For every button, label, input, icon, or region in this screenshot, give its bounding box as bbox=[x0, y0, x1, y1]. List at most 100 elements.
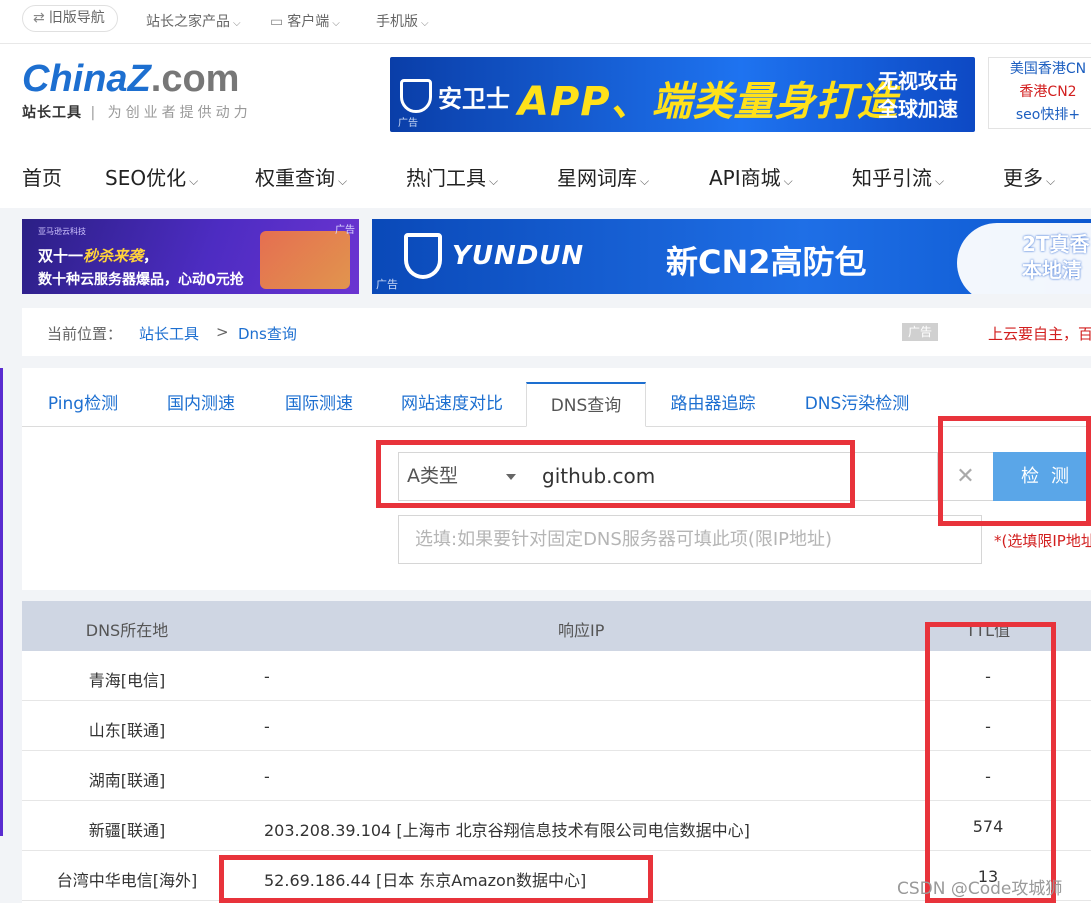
cell-ip: 52.69.186.44 [日本 东京Amazon数据中心] bbox=[264, 871, 587, 890]
banner-brand: 安卫士 bbox=[438, 85, 510, 113]
products-menu[interactable]: 站长之家产品 ⌵ bbox=[146, 11, 241, 31]
chevron-down-icon: ⌵ bbox=[421, 18, 429, 29]
promo-link[interactable]: 上云要自主，百 bbox=[988, 323, 1091, 344]
yundun-title: 新CN2高防包 bbox=[666, 243, 867, 281]
table-row: 湖南[联通] - - bbox=[22, 751, 1091, 801]
ad-badge: 广告 bbox=[902, 323, 938, 341]
nav-label: 首页 bbox=[22, 166, 62, 190]
logo-text-1: China bbox=[22, 58, 128, 100]
banner-side: 无视攻击 全球加速 bbox=[878, 67, 958, 123]
nav-label: 权重查询 bbox=[255, 166, 335, 190]
monitor-icon: ▭ bbox=[270, 14, 284, 30]
site-logo[interactable]: ChinaZ.com 站长工具 | 为创业者提供动力 bbox=[22, 58, 282, 122]
right-ad-line-2[interactable]: 香港CN2 bbox=[999, 81, 1091, 104]
tab-ping[interactable]: Ping检测 bbox=[24, 382, 142, 427]
dns-server-note: *(选填限IP地址) bbox=[994, 532, 1091, 550]
breadcrumb-link-tools[interactable]: 站长工具 bbox=[139, 323, 199, 344]
client-label: 客户端 bbox=[287, 14, 330, 30]
clear-icon[interactable]: ✕ bbox=[938, 452, 994, 501]
cell-location: 新疆[联通] bbox=[88, 821, 166, 840]
results-table: DNS所在地 响应IP TTL值 青海[电信] - - 山东[联通] - - 湖… bbox=[22, 601, 1091, 903]
nav-api-store[interactable]: API商城 ⌵ bbox=[709, 162, 793, 191]
logo-tagline-bold: 站长工具 bbox=[22, 105, 82, 121]
top-bar: ⇄ 旧版导航 站长之家产品 ⌵ ▭ 客户端 ⌵ 手机版 ⌵ bbox=[0, 0, 1091, 44]
aws-company: 亚马逊云科技 bbox=[38, 227, 86, 236]
aws-line-2: 数十种云服务器爆品，心动0元抢 bbox=[38, 272, 244, 288]
tab-speed-compare[interactable]: 网站速度对比 bbox=[378, 382, 526, 427]
table-header: DNS所在地 响应IP TTL值 bbox=[22, 601, 1091, 651]
nav-label: 热门工具 bbox=[406, 166, 486, 190]
right-text-ad[interactable]: 美国香港CN 香港CN2 seo快排+ bbox=[988, 57, 1091, 129]
cell-ip: - bbox=[264, 717, 270, 736]
dns-server-input[interactable]: 选填:如果要针对固定DNS服务器可填此项(限IP地址) bbox=[398, 515, 982, 564]
cell-ttl: 574 bbox=[972, 817, 1004, 836]
yundun-ad[interactable]: YUNDUN 新CN2高防包 2T真香 本地清 广告 bbox=[372, 219, 1091, 294]
header-ttl: TTL值 bbox=[965, 621, 1011, 640]
csdn-watermark: CSDN @Code攻城狮 bbox=[897, 879, 1063, 899]
mobile-label: 手机版 bbox=[376, 14, 418, 30]
tab-domestic-speed[interactable]: 国内测速 bbox=[142, 382, 260, 427]
chevron-down-icon: ⌵ bbox=[1046, 174, 1056, 188]
gift-illustration bbox=[260, 231, 350, 289]
cell-location: 青海[电信] bbox=[88, 671, 166, 690]
nav-hot-tools[interactable]: 热门工具 ⌵ bbox=[406, 162, 498, 191]
tab-dns-pollution[interactable]: DNS污染检测 bbox=[792, 382, 922, 427]
breadcrumb: 当前位置： 站长工具 > Dns查询 广告 上云要自主，百 bbox=[22, 308, 1091, 356]
logo-text-2: Z bbox=[127, 58, 151, 100]
logo-tagline: 为创业者提供动力 bbox=[107, 105, 252, 121]
aws-line-1b: 秒杀来袭 bbox=[83, 247, 144, 265]
chevron-down-icon: ⌵ bbox=[332, 18, 340, 29]
old-nav-button[interactable]: ⇄ 旧版导航 bbox=[22, 5, 118, 32]
tab-intl-speed[interactable]: 国际测速 bbox=[260, 382, 378, 427]
ad-tag: 广告 bbox=[335, 225, 355, 236]
cell-ip: 203.208.39.104 [上海市 北京谷翔信息技术有限公司电信数据中心] bbox=[264, 821, 750, 840]
ad-tag: 广告 bbox=[376, 278, 398, 291]
chevron-down-icon: ⌵ bbox=[489, 174, 499, 188]
yundun-right: 2T真香 本地清 bbox=[1022, 231, 1090, 283]
check-button[interactable]: 检测 bbox=[993, 452, 1091, 501]
ad-tag: 广告 bbox=[398, 118, 418, 129]
cell-location: 台湾中华电信[海外] bbox=[56, 871, 198, 890]
cell-ttl: - bbox=[985, 767, 991, 786]
header: ChinaZ.com 站长工具 | 为创业者提供动力 安卫士 APP、端类量身打… bbox=[0, 44, 1091, 208]
swap-icon: ⇄ bbox=[33, 10, 45, 26]
breadcrumb-separator: > bbox=[216, 323, 229, 341]
products-label: 站长之家产品 bbox=[146, 14, 230, 30]
nav-zhihu[interactable]: 知乎引流 ⌵ bbox=[852, 162, 944, 191]
yundun-right-2: 本地清 bbox=[1022, 258, 1082, 282]
nav-weight[interactable]: 权重查询 ⌵ bbox=[255, 162, 347, 191]
nav-home[interactable]: 首页 bbox=[22, 162, 62, 191]
record-type-select[interactable]: A类型 bbox=[398, 452, 529, 501]
tool-tabs: Ping检测 国内测速 国际测速 网站速度对比 DNS查询 路由器追踪 DNS污… bbox=[22, 368, 1091, 427]
domain-input[interactable]: github.com bbox=[528, 452, 938, 501]
banner-ad[interactable]: 安卫士 APP、端类量身打造 无视攻击 全球加速 广告 bbox=[390, 57, 975, 132]
nav-word-bank[interactable]: 星网词库 ⌵ bbox=[557, 162, 649, 191]
chevron-down-icon: ⌵ bbox=[935, 174, 945, 188]
chevron-down-icon: ⌵ bbox=[233, 18, 241, 29]
breadcrumb-label: 当前位置： bbox=[47, 325, 123, 343]
tab-dns-query[interactable]: DNS查询 bbox=[526, 382, 646, 427]
table-row: 新疆[联通] 203.208.39.104 [上海市 北京谷翔信息技术有限公司电… bbox=[22, 801, 1091, 851]
tab-traceroute[interactable]: 路由器追踪 bbox=[646, 382, 780, 427]
nav-seo[interactable]: SEO优化 ⌵ bbox=[105, 162, 198, 191]
yundun-right-1: 2T真香 bbox=[1022, 232, 1090, 256]
chevron-down-icon: ⌵ bbox=[783, 174, 793, 188]
right-ad-line-3[interactable]: seo快排+ bbox=[999, 104, 1091, 127]
breadcrumb-link-dns[interactable]: Dns查询 bbox=[238, 323, 297, 344]
nav-label: SEO优化 bbox=[105, 166, 187, 190]
aws-ad[interactable]: 亚马逊云科技 双十一秒杀来袭， 数十种云服务器爆品，心动0元抢 广告 bbox=[22, 219, 359, 294]
client-menu[interactable]: ▭ 客户端 ⌵ bbox=[270, 11, 340, 31]
table-row: 山东[联通] - - bbox=[22, 701, 1091, 751]
aws-line-1a: 双十一 bbox=[38, 247, 84, 265]
mobile-menu[interactable]: 手机版 ⌵ bbox=[376, 11, 429, 31]
shield-icon bbox=[400, 79, 432, 113]
header-location: DNS所在地 bbox=[85, 621, 169, 640]
cell-ip: - bbox=[264, 667, 270, 686]
caret-down-icon bbox=[506, 474, 516, 480]
chevron-down-icon: ⌵ bbox=[640, 174, 650, 188]
nav-more[interactable]: 更多 ⌵ bbox=[1003, 162, 1055, 191]
yundun-brand: YUNDUN bbox=[452, 241, 585, 271]
right-ad-line-1[interactable]: 美国香港CN bbox=[999, 58, 1091, 81]
nav-label: 星网词库 bbox=[557, 166, 637, 190]
cell-location: 山东[联通] bbox=[88, 721, 166, 740]
